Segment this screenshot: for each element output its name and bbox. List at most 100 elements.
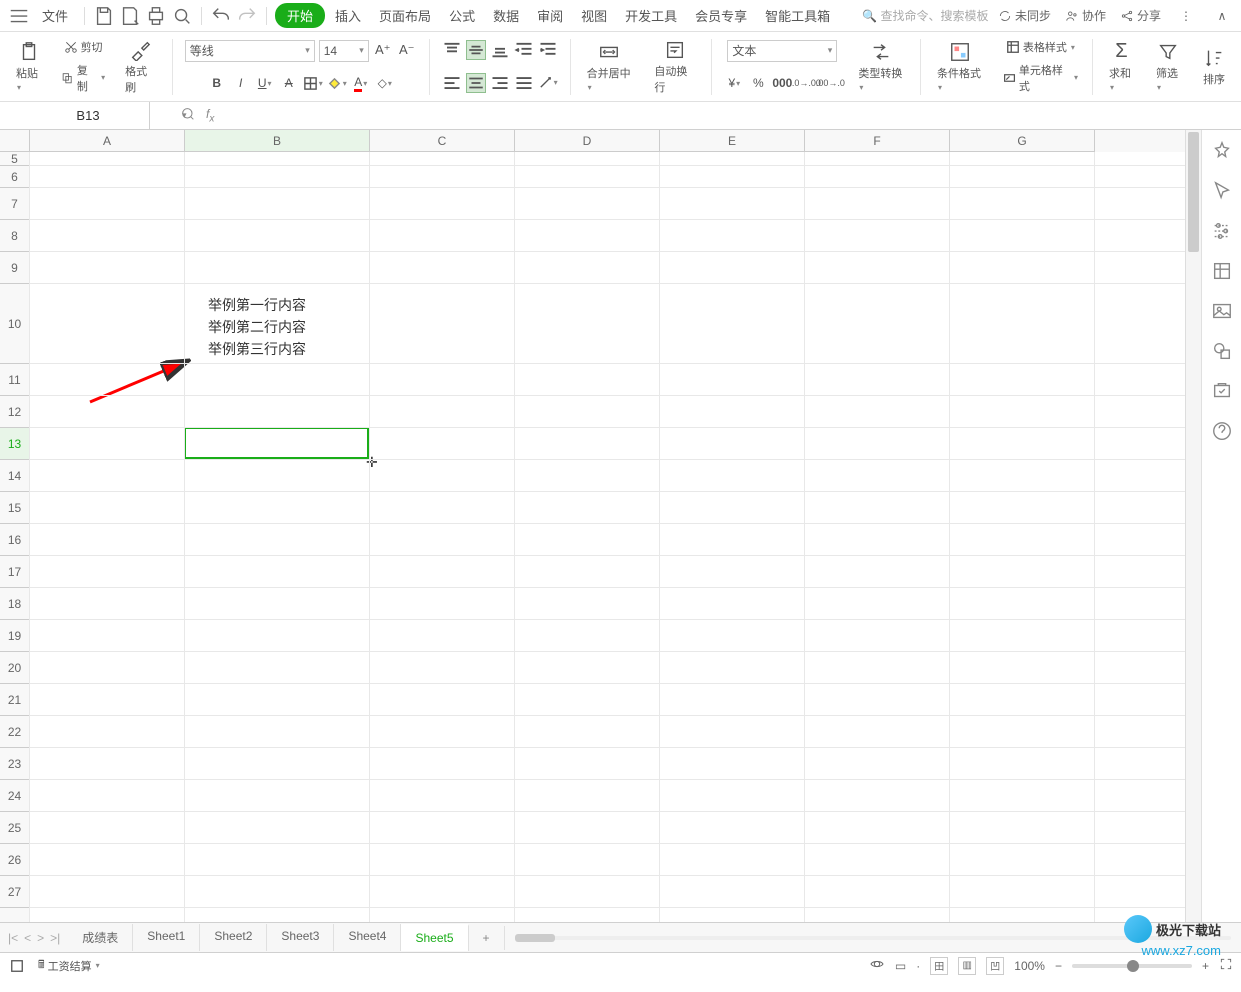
- more-icon[interactable]: ⋮: [1175, 5, 1197, 27]
- align-right-icon[interactable]: [490, 73, 510, 93]
- menu-tab-2[interactable]: 页面布局: [371, 3, 439, 28]
- status-calc[interactable]: 🖩 工资结算▾: [36, 955, 102, 976]
- align-top-icon[interactable]: [442, 40, 462, 60]
- cellstyle-button[interactable]: 单元格样式▾: [1001, 61, 1080, 95]
- border-icon[interactable]: ▾: [303, 73, 323, 93]
- coop-button[interactable]: 协作: [1065, 7, 1106, 24]
- sheet-tab-Sheet3[interactable]: Sheet3: [267, 924, 334, 951]
- col-header-C[interactable]: C: [370, 130, 515, 152]
- comma-icon[interactable]: 000: [772, 73, 792, 93]
- typeconv-button[interactable]: 类型转换▾: [854, 39, 908, 95]
- shrink-font-icon[interactable]: A⁻: [397, 40, 417, 60]
- preview-icon[interactable]: [171, 5, 193, 27]
- zoom-in-button[interactable]: +: [1202, 959, 1209, 973]
- italic-icon[interactable]: I: [231, 73, 251, 93]
- row-header-6[interactable]: 6: [0, 166, 30, 188]
- sheet-tab-Sheet2[interactable]: Sheet2: [200, 924, 267, 951]
- view-page-icon[interactable]: ▥: [958, 957, 976, 975]
- row-header-10[interactable]: 10: [0, 284, 30, 364]
- status-view1-icon[interactable]: [869, 956, 885, 975]
- sheet-tab-成绩表[interactable]: 成绩表: [68, 924, 133, 951]
- row-header-27[interactable]: 27: [0, 876, 30, 908]
- undo-icon[interactable]: [210, 5, 232, 27]
- expand-icon[interactable]: ∧: [1211, 5, 1233, 27]
- add-sheet-button[interactable]: +: [469, 926, 505, 950]
- orient-icon[interactable]: ▾: [538, 73, 558, 93]
- align-left-icon[interactable]: [442, 73, 462, 93]
- cancel-fx-icon[interactable]: [180, 106, 196, 125]
- menu-tab-7[interactable]: 开发工具: [617, 3, 685, 28]
- font-color-icon[interactable]: A▾: [351, 73, 371, 93]
- view-normal-icon[interactable]: 田: [930, 957, 948, 975]
- dec-inc-icon[interactable]: .0→.00: [796, 73, 816, 93]
- font-select[interactable]: 等线▾: [185, 40, 315, 62]
- menu-tab-6[interactable]: 视图: [573, 3, 615, 28]
- side-settings-icon[interactable]: [1211, 220, 1233, 242]
- align-mid-icon[interactable]: [466, 40, 486, 60]
- side-ai-icon[interactable]: [1211, 140, 1233, 162]
- col-header-G[interactable]: G: [950, 130, 1095, 152]
- merge-button[interactable]: 合并居中▾: [583, 39, 637, 95]
- menu-tab-5[interactable]: 审阅: [529, 3, 571, 28]
- row-header-22[interactable]: 22: [0, 716, 30, 748]
- print-icon[interactable]: [145, 5, 167, 27]
- row-header-20[interactable]: 20: [0, 652, 30, 684]
- row-header-17[interactable]: 17: [0, 556, 30, 588]
- grow-font-icon[interactable]: A⁺: [373, 40, 393, 60]
- zoom-slider[interactable]: [1072, 964, 1192, 968]
- indent-dec-icon[interactable]: [514, 40, 534, 60]
- row-header-23[interactable]: 23: [0, 748, 30, 780]
- menu-tab-3[interactable]: 公式: [441, 3, 483, 28]
- row-header-26[interactable]: 26: [0, 844, 30, 876]
- row-header-18[interactable]: 18: [0, 588, 30, 620]
- command-search[interactable]: 🔍 查找命令、搜索模板: [862, 7, 988, 24]
- fullscreen-icon[interactable]: [1219, 957, 1233, 974]
- row-header-25[interactable]: 25: [0, 812, 30, 844]
- indent-inc-icon[interactable]: [538, 40, 558, 60]
- bold-icon[interactable]: B: [207, 73, 227, 93]
- fx-icon[interactable]: fx: [206, 107, 214, 124]
- side-help-icon[interactable]: [1211, 420, 1233, 442]
- menu-file[interactable]: 文件: [34, 3, 76, 28]
- side-select-icon[interactable]: [1211, 180, 1233, 202]
- row-header-13[interactable]: 13: [0, 428, 30, 460]
- select-all-corner[interactable]: [0, 130, 30, 152]
- status-view2-icon[interactable]: ▭: [895, 959, 906, 973]
- vertical-scrollbar[interactable]: [1185, 130, 1201, 922]
- cut-button[interactable]: 剪切: [62, 38, 105, 56]
- side-image-icon[interactable]: [1211, 300, 1233, 322]
- size-select[interactable]: 14▾: [319, 40, 369, 62]
- font-effects-icon[interactable]: ◇▾: [375, 73, 395, 93]
- row-header-19[interactable]: 19: [0, 620, 30, 652]
- row-header-24[interactable]: 24: [0, 780, 30, 812]
- paste-button[interactable]: 粘贴▾: [12, 39, 45, 95]
- brush-button[interactable]: 格式刷: [121, 37, 160, 97]
- col-header-A[interactable]: A: [30, 130, 185, 152]
- share-button[interactable]: 分享: [1120, 7, 1161, 24]
- cond-button[interactable]: 条件格式▾: [933, 39, 987, 95]
- row-header-21[interactable]: 21: [0, 684, 30, 716]
- side-shape-icon[interactable]: [1211, 340, 1233, 362]
- align-center-icon[interactable]: [466, 73, 486, 93]
- copy-button[interactable]: 复制▾: [59, 61, 107, 95]
- row-header-16[interactable]: 16: [0, 524, 30, 556]
- formula-input[interactable]: [224, 108, 401, 123]
- fill-icon[interactable]: ▾: [327, 73, 347, 93]
- underline-icon[interactable]: U▾: [255, 73, 275, 93]
- menu-tab-4[interactable]: 数据: [485, 3, 527, 28]
- sheet-tab-Sheet4[interactable]: Sheet4: [334, 924, 401, 951]
- justify-icon[interactable]: [514, 73, 534, 93]
- col-header-E[interactable]: E: [660, 130, 805, 152]
- dec-dec-icon[interactable]: .00→.0: [820, 73, 840, 93]
- menu-tab-0[interactable]: 开始: [275, 3, 325, 28]
- row-header-11[interactable]: 11: [0, 364, 30, 396]
- col-header-B[interactable]: B: [185, 130, 370, 152]
- status-menu[interactable]: [8, 958, 26, 974]
- zoom-out-button[interactable]: −: [1055, 959, 1062, 973]
- currency-icon[interactable]: ¥▾: [724, 73, 744, 93]
- save-icon[interactable]: [93, 5, 115, 27]
- side-backup-icon[interactable]: [1211, 380, 1233, 402]
- percent-icon[interactable]: %: [748, 73, 768, 93]
- row-header-12[interactable]: 12: [0, 396, 30, 428]
- sync-button[interactable]: 未同步: [998, 7, 1051, 24]
